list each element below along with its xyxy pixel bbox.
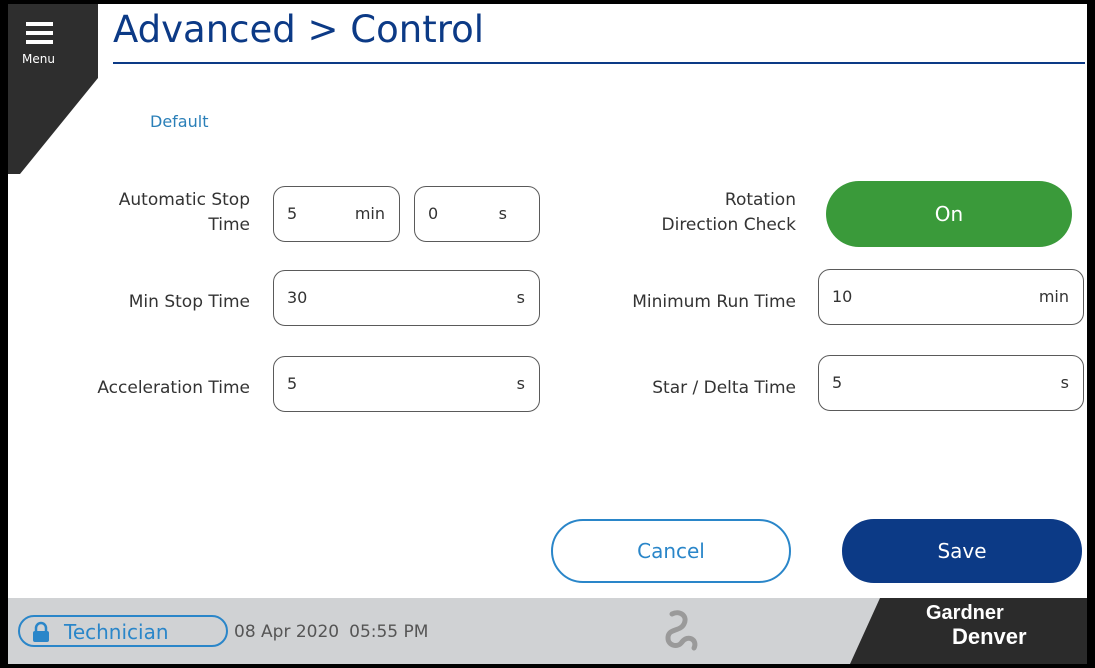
auto-stop-minutes-value: 5 <box>287 204 298 223</box>
status-bar: Technician 08 Apr 2020 05:55 PM Gardner D… <box>8 598 1087 664</box>
auto-stop-seconds-unit: s <box>498 204 507 223</box>
auto-stop-seconds-value: 0 <box>428 204 439 223</box>
min-stop-time-label: Min Stop Time <box>128 292 250 312</box>
min-stop-time-field[interactable]: 30 s <box>273 270 540 326</box>
min-stop-time-unit: s <box>516 288 525 307</box>
gardner-denver-logo: Gardner Denver <box>850 598 1087 664</box>
status-time: 05:55 PM <box>349 622 429 642</box>
minimum-run-time-unit: min <box>1038 287 1069 306</box>
brand-line2: Denver <box>952 624 1027 649</box>
rotation-direction-toggle[interactable]: On <box>826 181 1072 247</box>
minimum-run-time-label: Minimum Run Time <box>632 292 796 312</box>
default-link[interactable]: Default <box>150 112 208 131</box>
min-stop-time-value: 30 <box>287 288 308 307</box>
acceleration-time-label: Acceleration Time <box>97 378 250 398</box>
date-time: 08 Apr 2020 05:55 PM <box>234 622 428 642</box>
acceleration-time-value: 5 <box>287 374 298 393</box>
rotation-direction-check-label: Rotation Direction Check <box>661 190 797 235</box>
minimum-run-time-value: 10 <box>832 287 853 306</box>
title-divider <box>113 62 1085 64</box>
acceleration-time-field[interactable]: 5 s <box>273 356 540 412</box>
star-delta-time-unit: s <box>1060 373 1069 392</box>
lock-icon <box>30 621 52 647</box>
star-delta-time-label: Star / Delta Time <box>652 378 796 398</box>
save-button[interactable]: Save <box>842 519 1082 583</box>
user-role-label: Technician <box>64 620 169 644</box>
auto-stop-minutes-field[interactable]: 5 min <box>273 186 400 242</box>
page-title: Advanced > Control <box>113 8 485 51</box>
cancel-button-label: Cancel <box>637 539 705 563</box>
user-role-button[interactable]: Technician <box>18 615 228 647</box>
acceleration-time-unit: s <box>516 374 525 393</box>
status-date: 08 Apr 2020 <box>234 622 340 642</box>
cancel-button[interactable]: Cancel <box>551 519 791 583</box>
menu-label: Menu <box>22 52 55 66</box>
star-delta-time-field[interactable]: 5 s <box>818 355 1084 411</box>
menu-button[interactable]: Menu <box>16 18 64 74</box>
star-delta-time-value: 5 <box>832 373 843 392</box>
save-button-label: Save <box>937 539 987 563</box>
minimum-run-time-field[interactable]: 10 min <box>818 269 1084 325</box>
automatic-stop-time-label: Automatic Stop Time <box>118 190 250 235</box>
auto-stop-minutes-unit: min <box>354 204 385 223</box>
auto-stop-seconds-field[interactable]: 0 s <box>414 186 540 242</box>
brand-line1: Gardner <box>926 602 1004 624</box>
hamburger-icon <box>16 18 64 48</box>
rotation-direction-state: On <box>934 202 964 226</box>
compressor-status-icon <box>658 608 702 660</box>
